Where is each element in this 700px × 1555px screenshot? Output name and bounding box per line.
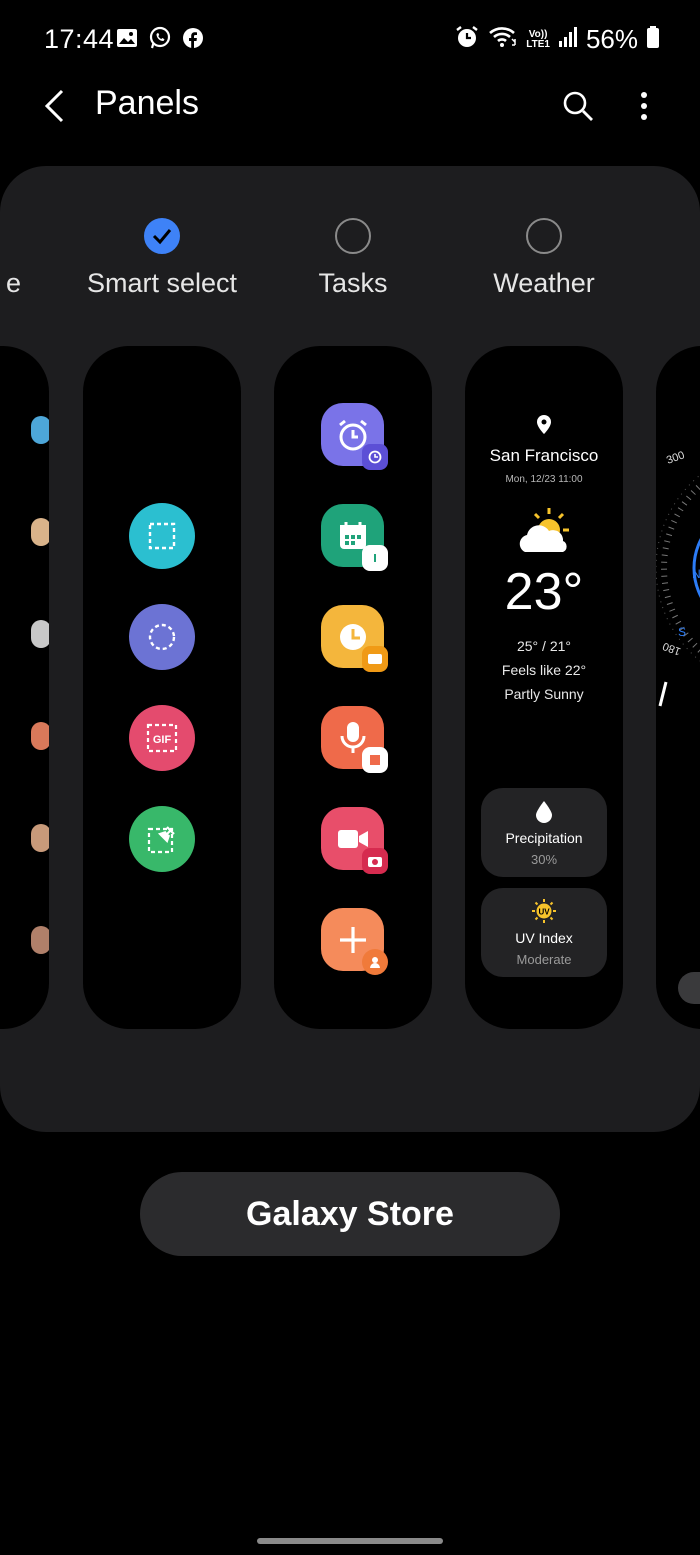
precipitation-value: 30% (530, 852, 558, 867)
more-options-button[interactable] (624, 84, 664, 128)
search-icon (563, 91, 593, 121)
svg-text:S: S (678, 625, 686, 639)
panel-label: Weather (493, 268, 595, 298)
precipitation-tile: Precipitation 30% (481, 788, 607, 877)
location-pin-icon (534, 414, 554, 441)
svg-text:N: N (692, 567, 700, 581)
svg-text:UV: UV (538, 908, 550, 917)
voice-recorder-icon (321, 706, 388, 773)
pin-to-screen-icon (129, 806, 195, 872)
battery-icon (646, 25, 660, 54)
app-bar: Panels (0, 70, 700, 142)
uv-index-tile: UV UV Index Moderate (481, 888, 607, 977)
wifi-icon (488, 24, 518, 55)
oval-select-icon (129, 604, 195, 670)
panel-preview[interactable] (274, 346, 432, 1029)
panel-checkbox-checked[interactable] (144, 218, 180, 254)
uv-sun-icon: UV (531, 898, 557, 929)
panel-preview[interactable] (0, 346, 49, 1029)
reminder-icon (321, 605, 388, 672)
back-button[interactable] (34, 84, 74, 128)
alarm-status-icon (454, 24, 480, 55)
video-camera-icon (321, 807, 388, 874)
panel-preview[interactable]: GIF (83, 346, 241, 1029)
svg-text:180: 180 (661, 640, 682, 658)
panel-label: e (5, 268, 21, 298)
camera-badge-icon (362, 848, 388, 874)
panel-checkbox-unchecked[interactable] (526, 218, 562, 254)
check-icon (152, 229, 172, 245)
galaxy-store-button[interactable]: Galaxy Store (140, 1172, 560, 1256)
panel-preview[interactable]: San Francisco Mon, 12/23 11:00 23° 25° /… (465, 346, 623, 1029)
weather-condition: Partly Sunny (504, 686, 584, 702)
calendar-icon (321, 504, 388, 571)
alarm-icon (321, 403, 388, 470)
clock-badge-icon (362, 444, 388, 470)
svg-text:GIF: GIF (153, 734, 172, 746)
panels-carousel[interactable]: e Smart select GIF Tasks Weather San Fra… (0, 166, 700, 1132)
rectangle-select-icon (129, 503, 195, 569)
reminder-badge-icon (362, 646, 388, 672)
whatsapp-icon (148, 26, 172, 55)
facebook-icon (182, 27, 204, 54)
panel-label: Smart select (86, 268, 238, 298)
add-task-icon (321, 908, 388, 975)
note-badge-icon (362, 747, 388, 773)
gif-icon: GIF (129, 705, 195, 771)
precipitation-icon (534, 800, 554, 829)
uv-index-value: Moderate (516, 952, 572, 967)
partly-sunny-icon (515, 506, 573, 561)
calendar-badge-icon (362, 545, 388, 571)
signal-icon (558, 26, 578, 53)
battery-percent: 56% (585, 24, 638, 54)
search-button[interactable] (556, 84, 600, 128)
back-arrow-icon (44, 89, 64, 123)
page-title: Panels (95, 84, 199, 122)
gallery-icon (116, 27, 138, 54)
weather-temperature: 23° (504, 563, 584, 621)
weather-city: San Francisco (489, 446, 599, 465)
svg-text:300: 300 (665, 449, 686, 467)
more-vert-icon (641, 92, 647, 120)
panel-label: Tasks (318, 268, 388, 298)
weather-datetime: Mon, 12/23 11:00 (505, 474, 583, 485)
contact-badge-icon (362, 949, 388, 975)
status-bar: 17:44 Vo)) LTE1 56% (0, 0, 700, 80)
uv-index-label: UV Index (515, 930, 573, 946)
panel-checkbox-unchecked[interactable] (335, 218, 371, 254)
precipitation-label: Precipitation (505, 830, 583, 846)
weather-feels-like: Feels like 22° (501, 662, 587, 678)
lte-indicator: Vo)) LTE1 (526, 28, 550, 50)
weather-high-low: 25° / 21° (516, 638, 571, 654)
gesture-nav-handle[interactable] (257, 1538, 443, 1544)
status-time: 17:44 (44, 24, 115, 54)
system-status-icons: Vo)) LTE1 56% (454, 24, 660, 55)
notification-icons (116, 26, 204, 55)
panel-preview[interactable]: 300 180 S N (656, 346, 700, 1029)
compass-icon: 300 180 S N (656, 449, 700, 1004)
